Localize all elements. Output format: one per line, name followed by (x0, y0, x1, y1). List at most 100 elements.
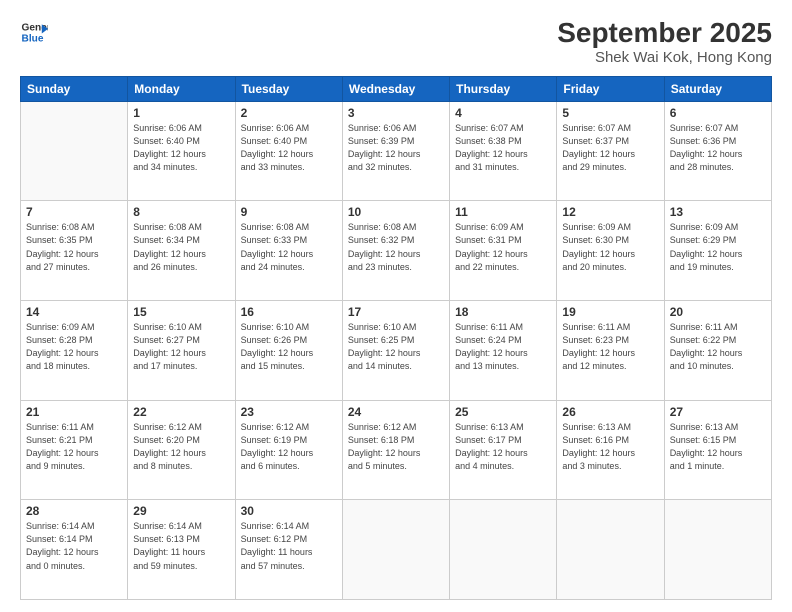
day-info: Sunrise: 6:06 AM Sunset: 6:39 PM Dayligh… (348, 122, 444, 174)
day-number: 22 (133, 405, 229, 419)
day-number: 17 (348, 305, 444, 319)
calendar-cell: 16Sunrise: 6:10 AM Sunset: 6:26 PM Dayli… (235, 301, 342, 401)
calendar-cell: 11 Sunrise: 6:09 AM Sunset: 6:31 PM Dayli… (450, 201, 557, 301)
calendar-cell: 14 Sunrise: 6:09 AM Sunset: 6:28 PM Dayli… (21, 301, 128, 401)
calendar-cell: 4 Sunrise: 6:07 AM Sunset: 6:38 PM Daylig… (450, 101, 557, 201)
header-friday: Friday (557, 76, 664, 101)
calendar-cell: 15Sunrise: 6:10 AM Sunset: 6:27 PM Dayli… (128, 301, 235, 401)
logo: General Blue (20, 18, 48, 46)
calendar-cell: 25Sunrise: 6:13 AM Sunset: 6:17 PM Dayli… (450, 400, 557, 500)
day-number: 29 (133, 504, 229, 518)
day-number: 5 (562, 106, 658, 120)
day-info: Sunrise: 6:06 AM Sunset: 6:40 PM Dayligh… (133, 122, 229, 174)
day-info: Sunrise: 6:07 AM Sunset: 6:36 PM Dayligh… (670, 122, 766, 174)
day-number: 4 (455, 106, 551, 120)
day-number: 27 (670, 405, 766, 419)
day-info: Sunrise: 6:08 AM Sunset: 6:32 PM Dayligh… (348, 221, 444, 273)
day-info: Sunrise: 6:12 AM Sunset: 6:20 PM Dayligh… (133, 421, 229, 473)
calendar-cell: 30 Sunrise: 6:14 AM Sunset: 6:12 PM Dayli… (235, 500, 342, 600)
day-info: Sunrise: 6:07 AM Sunset: 6:38 PM Dayligh… (455, 122, 551, 174)
day-info: Sunrise: 6:13 AM Sunset: 6:16 PM Dayligh… (562, 421, 658, 473)
calendar-cell: 1 Sunrise: 6:06 AM Sunset: 6:40 PM Daylig… (128, 101, 235, 201)
header-sunday: Sunday (21, 76, 128, 101)
week-row-2: 7 Sunrise: 6:08 AM Sunset: 6:35 PM Daylig… (21, 201, 772, 301)
day-number: 30 (241, 504, 337, 518)
day-info: Sunrise: 6:09 AM Sunset: 6:29 PM Dayligh… (670, 221, 766, 273)
header-tuesday: Tuesday (235, 76, 342, 101)
day-number: 1 (133, 106, 229, 120)
title-block: September 2025 Shek Wai Kok, Hong Kong (557, 18, 772, 66)
day-info: Sunrise: 6:13 AM Sunset: 6:15 PM Dayligh… (670, 421, 766, 473)
day-info: Sunrise: 6:11 AM Sunset: 6:24 PM Dayligh… (455, 321, 551, 373)
header-thursday: Thursday (450, 76, 557, 101)
day-number: 11 (455, 205, 551, 219)
day-info: Sunrise: 6:09 AM Sunset: 6:28 PM Dayligh… (26, 321, 122, 373)
day-number: 14 (26, 305, 122, 319)
calendar-cell: 5 Sunrise: 6:07 AM Sunset: 6:37 PM Daylig… (557, 101, 664, 201)
week-row-5: 28 Sunrise: 6:14 AM Sunset: 6:14 PM Dayli… (21, 500, 772, 600)
calendar-cell: 27 Sunrise: 6:13 AM Sunset: 6:15 PM Dayli… (664, 400, 771, 500)
day-info: Sunrise: 6:08 AM Sunset: 6:33 PM Dayligh… (241, 221, 337, 273)
location-title: Shek Wai Kok, Hong Kong (557, 49, 772, 66)
header-saturday: Saturday (664, 76, 771, 101)
day-number: 6 (670, 106, 766, 120)
day-info: Sunrise: 6:06 AM Sunset: 6:40 PM Dayligh… (241, 122, 337, 174)
day-number: 16 (241, 305, 337, 319)
day-info: Sunrise: 6:11 AM Sunset: 6:21 PM Dayligh… (26, 421, 122, 473)
header: General Blue September 2025 Shek Wai Kok… (20, 18, 772, 66)
calendar-cell: 13Sunrise: 6:09 AM Sunset: 6:29 PM Dayli… (664, 201, 771, 301)
calendar-cell: 9 Sunrise: 6:08 AM Sunset: 6:33 PM Daylig… (235, 201, 342, 301)
day-info: Sunrise: 6:12 AM Sunset: 6:19 PM Dayligh… (241, 421, 337, 473)
header-monday: Monday (128, 76, 235, 101)
calendar-cell: 26 Sunrise: 6:13 AM Sunset: 6:16 PM Dayli… (557, 400, 664, 500)
day-number: 10 (348, 205, 444, 219)
day-number: 28 (26, 504, 122, 518)
calendar-cell: 7 Sunrise: 6:08 AM Sunset: 6:35 PM Daylig… (21, 201, 128, 301)
header-wednesday: Wednesday (342, 76, 449, 101)
day-info: Sunrise: 6:08 AM Sunset: 6:35 PM Dayligh… (26, 221, 122, 273)
calendar-cell: 3Sunrise: 6:06 AM Sunset: 6:39 PM Daylig… (342, 101, 449, 201)
calendar-cell: 6 Sunrise: 6:07 AM Sunset: 6:36 PM Daylig… (664, 101, 771, 201)
calendar-cell (450, 500, 557, 600)
calendar-cell: 17 Sunrise: 6:10 AM Sunset: 6:25 PM Dayli… (342, 301, 449, 401)
month-title: September 2025 (557, 18, 772, 49)
day-info: Sunrise: 6:10 AM Sunset: 6:25 PM Dayligh… (348, 321, 444, 373)
calendar-cell: 20 Sunrise: 6:11 AM Sunset: 6:22 PM Dayli… (664, 301, 771, 401)
logo-icon: General Blue (20, 18, 48, 46)
calendar-cell: 28 Sunrise: 6:14 AM Sunset: 6:14 PM Dayli… (21, 500, 128, 600)
week-row-3: 14 Sunrise: 6:09 AM Sunset: 6:28 PM Dayli… (21, 301, 772, 401)
calendar-cell (557, 500, 664, 600)
calendar-table: SundayMondayTuesdayWednesdayThursdayFrid… (20, 76, 772, 600)
calendar-cell: 24 Sunrise: 6:12 AM Sunset: 6:18 PM Dayli… (342, 400, 449, 500)
day-number: 23 (241, 405, 337, 419)
calendar-cell (21, 101, 128, 201)
day-number: 26 (562, 405, 658, 419)
days-header-row: SundayMondayTuesdayWednesdayThursdayFrid… (21, 76, 772, 101)
calendar-cell (342, 500, 449, 600)
calendar-cell (664, 500, 771, 600)
day-info: Sunrise: 6:11 AM Sunset: 6:22 PM Dayligh… (670, 321, 766, 373)
calendar-cell: 12Sunrise: 6:09 AM Sunset: 6:30 PM Dayli… (557, 201, 664, 301)
day-info: Sunrise: 6:07 AM Sunset: 6:37 PM Dayligh… (562, 122, 658, 174)
day-number: 24 (348, 405, 444, 419)
day-info: Sunrise: 6:14 AM Sunset: 6:14 PM Dayligh… (26, 520, 122, 572)
calendar-cell: 22 Sunrise: 6:12 AM Sunset: 6:20 PM Dayli… (128, 400, 235, 500)
calendar-cell: 10 Sunrise: 6:08 AM Sunset: 6:32 PM Dayli… (342, 201, 449, 301)
day-info: Sunrise: 6:08 AM Sunset: 6:34 PM Dayligh… (133, 221, 229, 273)
day-info: Sunrise: 6:10 AM Sunset: 6:27 PM Dayligh… (133, 321, 229, 373)
calendar-cell: 29 Sunrise: 6:14 AM Sunset: 6:13 PM Dayli… (128, 500, 235, 600)
day-info: Sunrise: 6:09 AM Sunset: 6:31 PM Dayligh… (455, 221, 551, 273)
day-number: 8 (133, 205, 229, 219)
calendar-cell: 8 Sunrise: 6:08 AM Sunset: 6:34 PM Daylig… (128, 201, 235, 301)
day-number: 18 (455, 305, 551, 319)
week-row-1: 1 Sunrise: 6:06 AM Sunset: 6:40 PM Daylig… (21, 101, 772, 201)
day-number: 7 (26, 205, 122, 219)
day-info: Sunrise: 6:14 AM Sunset: 6:12 PM Dayligh… (241, 520, 337, 572)
day-info: Sunrise: 6:12 AM Sunset: 6:18 PM Dayligh… (348, 421, 444, 473)
day-number: 12 (562, 205, 658, 219)
day-info: Sunrise: 6:14 AM Sunset: 6:13 PM Dayligh… (133, 520, 229, 572)
day-number: 9 (241, 205, 337, 219)
day-number: 19 (562, 305, 658, 319)
day-number: 20 (670, 305, 766, 319)
day-info: Sunrise: 6:13 AM Sunset: 6:17 PM Dayligh… (455, 421, 551, 473)
